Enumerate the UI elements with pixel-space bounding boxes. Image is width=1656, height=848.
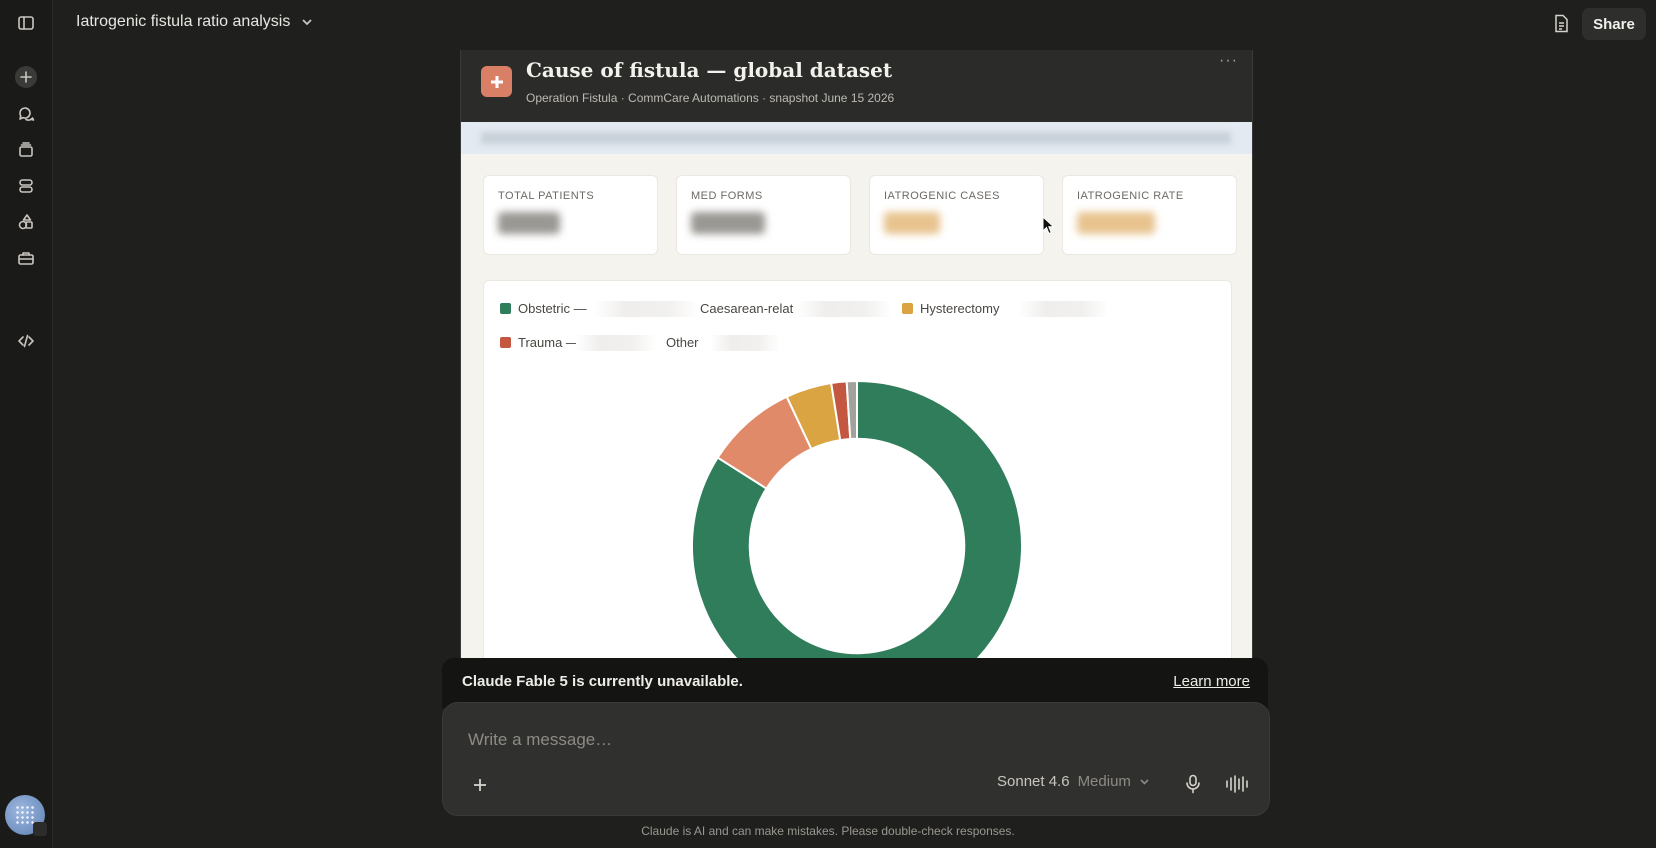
message-composer: Sonnet 4.6 Medium [442, 702, 1270, 816]
kpi-value-redacted [691, 212, 765, 234]
model-name: Sonnet 4.6 [997, 773, 1070, 790]
document-icon[interactable] [1550, 12, 1572, 34]
notice-text: Claude Fable 5 is currently unavailable. [462, 673, 743, 690]
learn-more-link[interactable]: Learn more [1173, 673, 1250, 690]
kpi-value-redacted [498, 212, 560, 234]
kpi-card-total-patients: TOTAL PATIENTS [483, 175, 658, 255]
more-options-icon[interactable]: ··· [1219, 52, 1238, 70]
new-chat-icon[interactable] [15, 66, 37, 88]
conversation-title[interactable]: Iatrogenic fistula ratio analysis [76, 13, 314, 31]
plus-cross-logo-icon [481, 66, 512, 97]
share-button[interactable]: Share [1582, 8, 1646, 40]
kpi-value-redacted [1077, 212, 1155, 234]
kpi-label: IATROGENIC RATE [1077, 190, 1184, 202]
disclaimer-text: Claude is AI and can make mistakes. Plea… [641, 824, 1015, 838]
code-icon[interactable] [13, 328, 39, 354]
donut-chart [691, 379, 1023, 658]
chats-icon[interactable] [13, 101, 39, 127]
artifact-title: Cause of fistula — global dataset [526, 58, 893, 82]
blurred-banner [461, 122, 1252, 154]
kpi-label: MED FORMS [691, 190, 763, 202]
artifact-subtitle: Operation Fistula · CommCare Automations… [526, 91, 895, 105]
microphone-icon [1186, 774, 1200, 794]
model-effort: Medium [1077, 773, 1131, 790]
chevron-down-icon [302, 19, 312, 26]
artifact-header: Cause of fistula — global dataset Operat… [461, 50, 1252, 122]
avatar-pattern [15, 805, 35, 825]
kpi-card-med-forms: MED FORMS [676, 175, 851, 255]
donut-chart-card: Obstetric — Caesarean-relat Hysterectomy… [483, 280, 1232, 658]
unavailable-notice: Claude Fable 5 is currently unavailable.… [442, 658, 1268, 708]
microphone-button[interactable] [1180, 771, 1206, 797]
kpi-card-iatrogenic-rate: IATROGENIC RATE [1062, 175, 1237, 255]
artifact-panel: Cause of fistula — global dataset Operat… [460, 50, 1253, 658]
kpi-value-redacted [884, 212, 940, 234]
sidebar-toggle-icon[interactable] [13, 10, 39, 36]
conversation-title-text: Iatrogenic fistula ratio analysis [76, 13, 291, 30]
kpi-label: TOTAL PATIENTS [498, 190, 595, 202]
mouse-cursor-icon [1042, 216, 1055, 235]
add-attachment-button[interactable] [464, 769, 496, 801]
model-selector[interactable]: Sonnet 4.6 Medium [997, 773, 1150, 790]
toolbox-icon[interactable] [13, 245, 39, 271]
shapes-icon[interactable] [13, 209, 39, 235]
artifacts-icon[interactable] [13, 173, 39, 199]
waveform-icon [1226, 775, 1248, 793]
voice-mode-button[interactable] [1222, 769, 1252, 799]
projects-icon[interactable] [13, 137, 39, 163]
sidebar [0, 0, 53, 848]
plus-icon [474, 779, 486, 791]
kpi-row: TOTAL PATIENTS MED FORMS IATROGENIC CASE… [483, 175, 1237, 255]
kpi-card-iatrogenic-cases: IATROGENIC CASES [869, 175, 1044, 255]
message-input[interactable] [466, 727, 1170, 753]
chevron-down-icon [1140, 779, 1149, 785]
kpi-label: IATROGENIC CASES [884, 190, 1000, 202]
